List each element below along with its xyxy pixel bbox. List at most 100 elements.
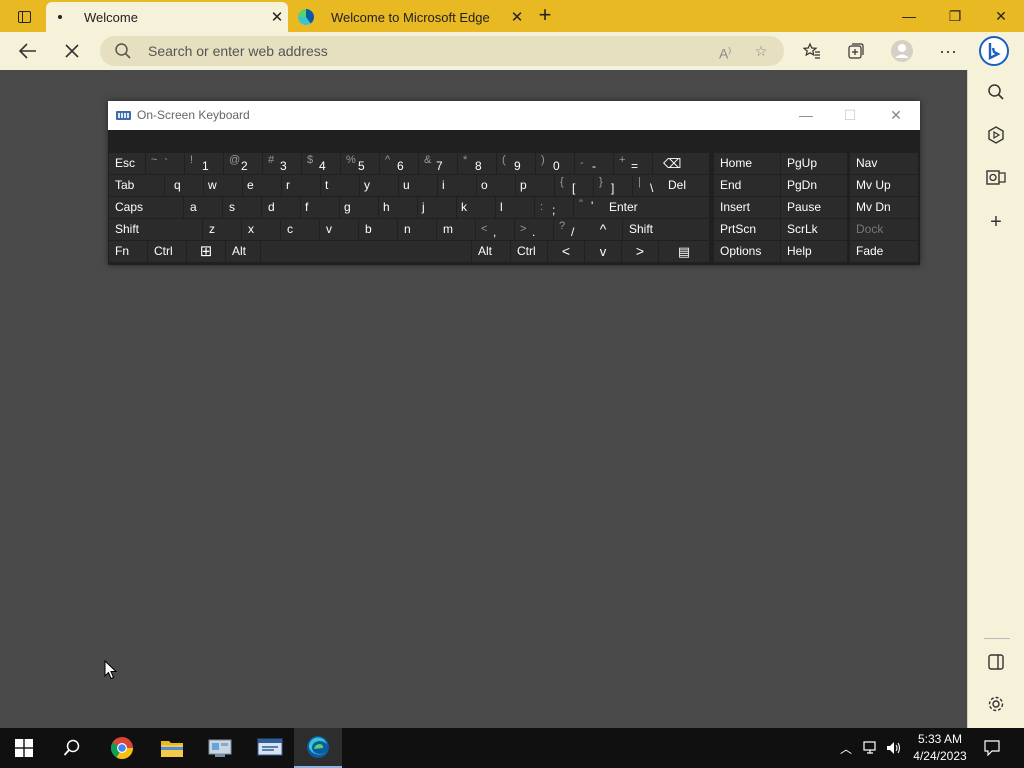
collections-icon[interactable] [840, 36, 872, 66]
key-r[interactable]: r [282, 175, 320, 196]
key-k[interactable]: k [457, 197, 495, 218]
key-tab[interactable]: Tab [109, 175, 164, 196]
minimize-icon[interactable]: — [784, 104, 828, 126]
star-plus-icon[interactable]: ☆ [750, 41, 772, 61]
key-comma[interactable]: <, [476, 219, 514, 240]
key-w[interactable]: w [204, 175, 242, 196]
menu-key-icon[interactable]: ▤ [659, 241, 709, 262]
key-fade[interactable]: Fade [850, 241, 918, 262]
close-icon[interactable]: ✕ [978, 4, 1024, 28]
tab-actions-icon[interactable] [10, 7, 38, 27]
key-f[interactable]: f [301, 197, 339, 218]
key-ctrl-right[interactable]: Ctrl [511, 241, 547, 262]
key-d[interactable]: d [262, 197, 300, 218]
key-4[interactable]: $4 [302, 153, 340, 174]
close-tab-icon[interactable]: ✕ [266, 8, 288, 26]
volume-icon[interactable] [884, 728, 904, 768]
backspace-icon[interactable]: ⌫ [653, 153, 709, 174]
key-o[interactable]: o [477, 175, 515, 196]
outlook-icon[interactable] [984, 165, 1008, 189]
key-q[interactable]: q [165, 175, 203, 196]
arrow-right-icon[interactable]: > [622, 241, 658, 262]
control-panel-icon[interactable] [196, 728, 244, 768]
key-scrlk[interactable]: ScrLk [781, 219, 847, 240]
key-ctrl-left[interactable]: Ctrl [148, 241, 186, 262]
key-del[interactable]: Del [662, 175, 709, 196]
key-fn[interactable]: Fn [109, 241, 147, 262]
key-j[interactable]: j [418, 197, 456, 218]
show-hidden-icons-icon[interactable]: ︿ [836, 728, 856, 768]
key-pgdn[interactable]: PgDn [781, 175, 847, 196]
key-pgup[interactable]: PgUp [781, 153, 847, 174]
restore-icon[interactable]: ❐ [932, 4, 978, 28]
tab-welcome[interactable]: Welcome ✕ [46, 2, 288, 32]
close-icon[interactable]: ✕ [874, 104, 918, 126]
key-x[interactable]: x [242, 219, 280, 240]
key-g[interactable]: g [340, 197, 378, 218]
key-move-up[interactable]: Mv Up [850, 175, 918, 196]
key-enter[interactable]: Enter [603, 197, 709, 218]
arrow-left-icon[interactable]: < [548, 241, 584, 262]
key-7[interactable]: & 7 [419, 153, 457, 174]
maximize-icon[interactable]: ☐ [828, 104, 872, 126]
minimize-icon[interactable]: — [886, 4, 932, 28]
split-view-icon[interactable] [984, 650, 1008, 674]
key-minus[interactable]: -- [575, 153, 613, 174]
key-insert[interactable]: Insert [714, 197, 780, 218]
key-l[interactable]: l [496, 197, 534, 218]
key-esc[interactable]: Esc [109, 153, 145, 174]
key-nav[interactable]: Nav [850, 153, 918, 174]
key-e[interactable]: e [243, 175, 281, 196]
key-z[interactable]: z [203, 219, 241, 240]
arrow-down-icon[interactable]: v [585, 241, 621, 262]
key-b[interactable]: b [359, 219, 397, 240]
key-8[interactable]: * 8 [458, 153, 496, 174]
chrome-icon[interactable] [98, 728, 146, 768]
key-v[interactable]: v [320, 219, 358, 240]
profile-icon[interactable] [886, 36, 918, 66]
key-backtick[interactable]: ~ ` [146, 153, 184, 174]
key-h[interactable]: h [379, 197, 417, 218]
address-bar[interactable]: A) ☆ [100, 36, 784, 66]
key-y[interactable]: y [360, 175, 398, 196]
key-0[interactable]: ) 0 [536, 153, 574, 174]
clock[interactable]: 5:33 AM 4/24/2023 [904, 731, 976, 765]
close-tab-icon[interactable]: ✕ [506, 8, 528, 26]
key-space[interactable] [261, 241, 471, 262]
key-semicolon[interactable]: :; [535, 197, 573, 218]
key-p[interactable]: p [516, 175, 554, 196]
notifications-icon[interactable] [980, 728, 1004, 768]
key-open-bracket[interactable]: {[ [555, 175, 593, 196]
ellipsis-icon[interactable]: ··· [932, 36, 964, 66]
remote-desktop-icon[interactable] [246, 728, 294, 768]
key-alt-left[interactable]: Alt [226, 241, 260, 262]
key-options[interactable]: Options [714, 241, 780, 262]
key-3[interactable]: #3 [263, 153, 301, 174]
search-icon[interactable] [48, 728, 96, 768]
key-equals[interactable]: + = [614, 153, 652, 174]
key-prtscn[interactable]: PrtScn [714, 219, 780, 240]
bing-icon[interactable] [978, 36, 1010, 66]
key-shift-left[interactable]: Shift [109, 219, 202, 240]
key-end[interactable]: End [714, 175, 780, 196]
favorites-icon[interactable] [796, 36, 828, 66]
key-home[interactable]: Home [714, 153, 780, 174]
key-alt-right[interactable]: Alt [472, 241, 510, 262]
arrow-up-icon[interactable]: ^ [584, 219, 622, 240]
search-icon[interactable] [984, 80, 1008, 104]
edge-icon[interactable] [294, 728, 342, 768]
windows-key-icon[interactable]: ⊞ [187, 241, 225, 262]
key-move-down[interactable]: Mv Dn [850, 197, 918, 218]
tab-welcome-to-edge[interactable]: Welcome to Microsoft Edge ✕ [290, 2, 528, 32]
read-aloud-icon[interactable]: A) [714, 41, 736, 62]
file-explorer-icon[interactable] [148, 728, 196, 768]
key-6[interactable]: ^ 6 [380, 153, 418, 174]
key-a[interactable]: a [184, 197, 222, 218]
key-5[interactable]: % 5 [341, 153, 379, 174]
key-t[interactable]: t [321, 175, 359, 196]
key-dock[interactable]: Dock [850, 219, 918, 240]
windows-start-icon[interactable] [0, 728, 48, 768]
add-icon[interactable]: + [984, 210, 1008, 234]
plus-icon[interactable]: + [533, 4, 557, 27]
address-input[interactable] [148, 36, 698, 66]
